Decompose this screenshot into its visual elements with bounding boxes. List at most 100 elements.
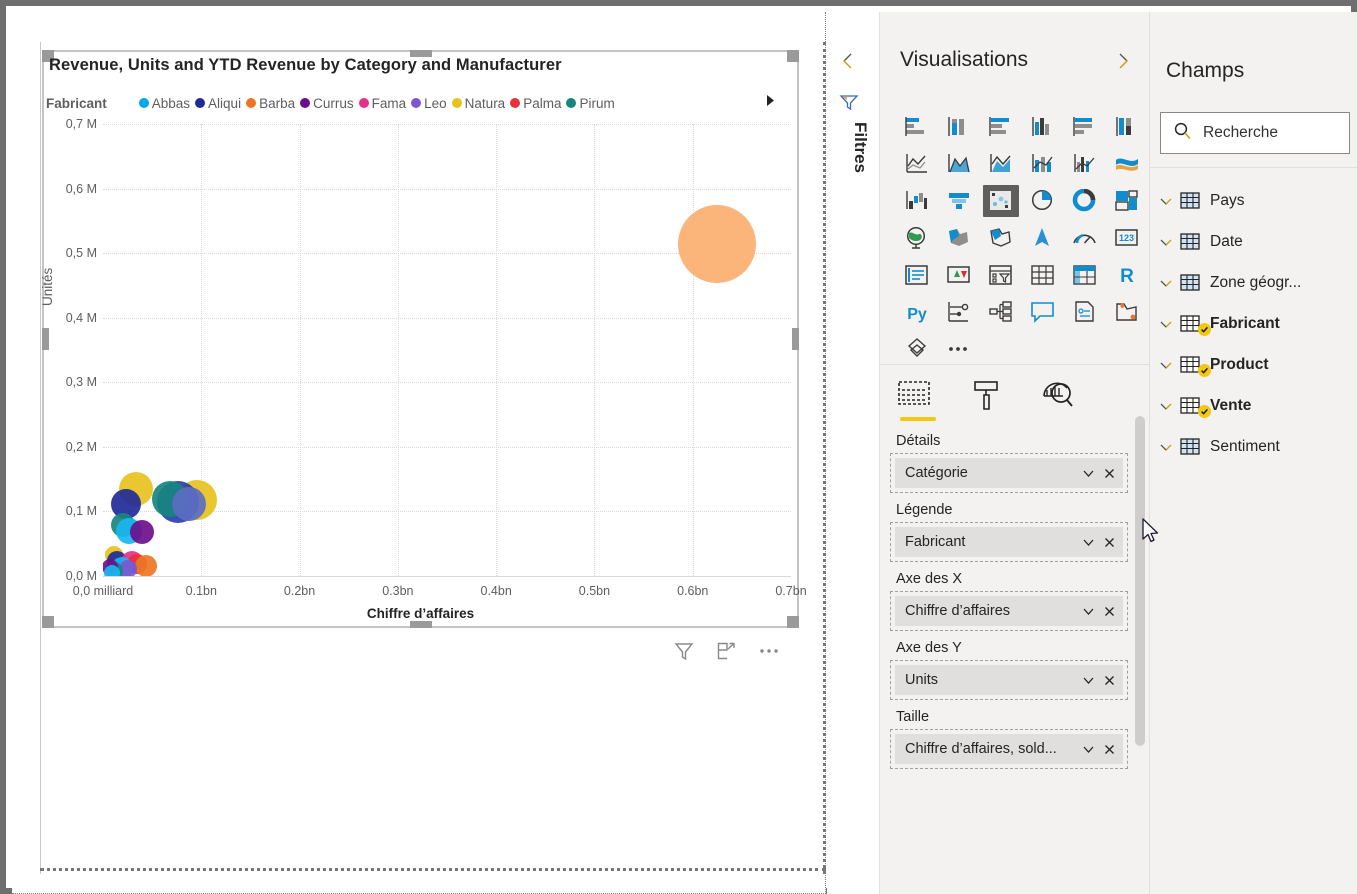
waterfall-chart-icon[interactable] [899, 185, 935, 217]
more-options-icon[interactable] [758, 641, 780, 661]
scatter-bubble[interactable] [678, 204, 757, 283]
stacked-area-chart-icon[interactable] [983, 148, 1019, 180]
search-input[interactable]: Recherche [1160, 112, 1350, 154]
field-well-tabs[interactable] [896, 372, 1076, 424]
clustered-bar-chart-icon[interactable] [983, 111, 1019, 143]
well-field-chip[interactable]: Catégorie [895, 458, 1123, 488]
remove-field-icon[interactable] [1102, 466, 1117, 481]
map-icon[interactable] [899, 222, 935, 254]
chevron-down-icon[interactable] [1158, 316, 1180, 332]
chevron-down-icon[interactable] [1158, 275, 1180, 291]
qa-visual-icon[interactable] [1025, 296, 1061, 328]
legend-item-barba[interactable]: Barba [246, 96, 295, 111]
chevron-right-icon[interactable] [1114, 52, 1132, 70]
shape-map-icon[interactable] [983, 222, 1019, 254]
visual-type-gallery[interactable]: 123 R Py [896, 108, 1138, 367]
stacked-bar-chart-icon[interactable] [899, 111, 935, 143]
well-dropzone[interactable]: Fabricant [890, 522, 1128, 562]
filter-icon[interactable] [674, 641, 694, 661]
remove-field-icon[interactable] [1102, 535, 1117, 550]
resize-handle-right-middle[interactable] [792, 328, 799, 350]
resize-handle-bottom-middle[interactable] [410, 621, 432, 628]
donut-chart-icon[interactable] [1067, 185, 1103, 217]
kpi-icon[interactable] [941, 259, 977, 291]
chevron-down-icon[interactable] [1158, 398, 1180, 414]
well-field-chip[interactable]: Chiffre d’affaires, sold... [895, 734, 1123, 764]
filters-pane-collapsed[interactable]: Filtres [827, 12, 879, 894]
scatter-chart-icon[interactable] [983, 184, 1019, 217]
chevron-down-icon[interactable] [1081, 535, 1096, 550]
scatter-bubble[interactable] [172, 486, 206, 521]
remove-field-icon[interactable] [1102, 604, 1117, 619]
chevron-down-icon[interactable] [1081, 742, 1096, 757]
key-influencers-icon[interactable] [941, 296, 977, 328]
format-tab[interactable] [968, 375, 1004, 421]
legend-item-natura[interactable]: Natura [451, 96, 505, 111]
scatter-bubble[interactable] [104, 565, 121, 576]
pie-chart-icon[interactable] [1025, 185, 1061, 217]
line-stacked-column-chart-icon[interactable] [1025, 148, 1061, 180]
line-chart-icon[interactable] [899, 148, 935, 180]
paginated-report-icon[interactable] [1109, 296, 1145, 328]
fields-tab[interactable] [896, 375, 936, 421]
clustered-column-chart-icon[interactable] [1025, 111, 1061, 143]
visualisations-scrollbar-thumb[interactable] [1135, 416, 1145, 746]
legend-next-icon[interactable] [766, 95, 775, 109]
more-visuals-icon[interactable] [941, 333, 977, 365]
power-apps-icon[interactable] [899, 333, 935, 365]
arcgis-map-icon[interactable] [1025, 222, 1061, 254]
well-dropzone[interactable]: Chiffre d’affaires [890, 591, 1128, 631]
well-field-chip[interactable]: Units [895, 665, 1123, 695]
chevron-down-icon[interactable] [1158, 357, 1180, 373]
multi-row-card-icon[interactable] [899, 259, 935, 291]
chevron-down-icon[interactable] [1158, 234, 1180, 250]
gauge-icon[interactable] [1067, 222, 1103, 254]
slicer-icon[interactable] [983, 259, 1019, 291]
field-table-row[interactable]: Vente [1150, 385, 1357, 426]
remove-field-icon[interactable] [1102, 742, 1117, 757]
filter-funnel-icon[interactable] [839, 92, 859, 112]
analytics-tab[interactable] [1040, 375, 1076, 421]
card-icon[interactable]: 123 [1109, 222, 1145, 254]
field-table-row[interactable]: Product [1150, 344, 1357, 385]
field-table-row[interactable]: Date [1150, 221, 1357, 262]
smart-narrative-icon[interactable] [1067, 296, 1103, 328]
remove-field-icon[interactable] [1102, 673, 1117, 688]
chevron-down-icon[interactable] [1158, 439, 1180, 455]
field-table-row[interactable]: Pays [1150, 180, 1357, 221]
scatter-bubble[interactable] [129, 520, 154, 545]
resize-handle-top-right[interactable] [787, 50, 799, 62]
well-dropzone[interactable]: Units [890, 660, 1128, 700]
scatter-plot-area[interactable] [103, 124, 791, 576]
area-chart-icon[interactable] [941, 148, 977, 180]
100-stacked-column-chart-icon[interactable] [1109, 111, 1145, 143]
chevron-left-icon[interactable] [839, 52, 857, 70]
legend-item-aliqui[interactable]: Aliqui [195, 96, 241, 111]
legend-item-fama[interactable]: Fama [358, 96, 406, 111]
well-field-chip[interactable]: Fabricant [895, 527, 1123, 557]
funnel-chart-icon[interactable] [941, 185, 977, 217]
table-icon[interactable] [1025, 259, 1061, 291]
well-field-chip[interactable]: Chiffre d’affaires [895, 596, 1123, 626]
chevron-down-icon[interactable] [1081, 673, 1096, 688]
legend-item-palma[interactable]: Palma [510, 96, 561, 111]
legend-item-leo[interactable]: Leo [411, 96, 447, 111]
100-stacked-bar-chart-icon[interactable] [1067, 111, 1103, 143]
well-dropzone[interactable]: Catégorie [890, 453, 1128, 493]
scatter-bubble[interactable] [134, 555, 157, 576]
field-table-row[interactable]: Fabricant [1150, 303, 1357, 344]
ribbon-chart-icon[interactable] [1109, 148, 1145, 180]
field-table-row[interactable]: Sentiment [1150, 426, 1357, 467]
chevron-down-icon[interactable] [1081, 604, 1096, 619]
chevron-down-icon[interactable] [1158, 193, 1180, 209]
line-clustered-column-chart-icon[interactable] [1067, 148, 1103, 180]
python-visual-icon[interactable]: Py [899, 296, 935, 328]
stacked-column-chart-icon[interactable] [941, 111, 977, 143]
field-table-row[interactable]: Zone géogr... [1150, 262, 1357, 303]
r-script-visual-icon[interactable]: R [1109, 259, 1145, 291]
filled-map-icon[interactable] [941, 222, 977, 254]
legend-item-currus[interactable]: Currus [300, 96, 354, 111]
legend-item-abbas[interactable]: Abbas [138, 96, 190, 111]
treemap-icon[interactable] [1109, 185, 1145, 217]
well-dropzone[interactable]: Chiffre d’affaires, sold... [890, 729, 1128, 769]
